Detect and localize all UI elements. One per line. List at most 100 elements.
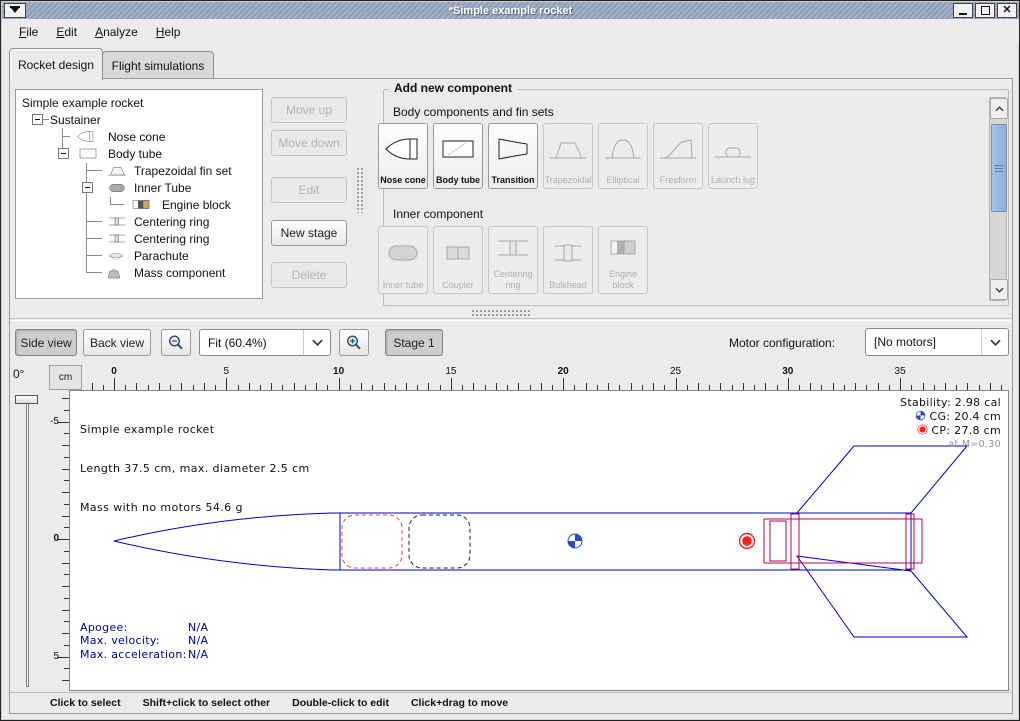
magnifier-minus-icon: [167, 334, 185, 352]
centering-ring-icon: [493, 227, 533, 269]
edit-button[interactable]: Edit: [271, 177, 347, 203]
mass-component-icon: [104, 266, 124, 279]
vertical-ruler: -505: [49, 390, 69, 691]
elliptical-fin-icon: [603, 124, 643, 175]
minimize-button[interactable]: [953, 3, 973, 18]
tree-item-inner-tube[interactable]: Inner Tube: [16, 179, 262, 196]
cp-value: 27.8 cm: [954, 424, 1001, 437]
tree-item-label: Centering ring: [134, 215, 209, 229]
stage-1-toggle[interactable]: Stage 1: [385, 329, 443, 356]
tab-bar: Rocket design Flight simulations: [1, 45, 1020, 79]
add-bulkhead-button[interactable]: Bulkhead: [543, 226, 593, 294]
body-tube-icon: [438, 124, 478, 175]
title-bar[interactable]: *Simple example rocket ✕: [2, 2, 1019, 19]
component-button-label: Nose cone: [380, 175, 426, 185]
rocket-canvas[interactable]: Simple example rocket Length 37.5 cm, ma…: [69, 390, 1009, 691]
maximize-button[interactable]: [975, 3, 995, 18]
zoom-in-button[interactable]: [339, 329, 369, 356]
tree-item-engine-block[interactable]: Engine block: [16, 196, 262, 213]
component-panel-scrollbar[interactable]: [989, 97, 1007, 301]
rotation-slider-track[interactable]: [26, 399, 29, 687]
scroll-down-button[interactable]: [990, 279, 1008, 300]
add-engine-block-button[interactable]: Engine block: [598, 226, 648, 294]
zoom-out-button[interactable]: [161, 329, 191, 356]
tree-item-label: Body tube: [108, 147, 162, 161]
collapse-handle-icon[interactable]: [58, 148, 69, 159]
tree-item-label: Simple example rocket: [22, 96, 143, 110]
delete-button[interactable]: Delete: [271, 262, 347, 288]
cg-legend-icon: [915, 410, 926, 421]
add-launch-lug-button[interactable]: Launch lug: [708, 123, 758, 189]
zoom-select[interactable]: Fit (60.4%): [199, 329, 331, 356]
add-coupler-button[interactable]: Coupler: [433, 226, 483, 294]
magnifier-plus-icon: [345, 334, 363, 352]
component-button-label: Coupler: [442, 280, 474, 290]
tree-item-centering-ring-2[interactable]: Centering ring: [16, 230, 262, 247]
menu-analyze[interactable]: Analyze: [86, 22, 147, 42]
motor-configuration-select[interactable]: [No motors]: [865, 328, 1009, 356]
maximize-icon: [981, 6, 990, 15]
tree-item-label: Engine block: [162, 198, 231, 212]
add-freeform-fin-button[interactable]: Freeform: [653, 123, 703, 189]
component-tree[interactable]: Simple example rocket Sustainer Nose con…: [15, 89, 263, 299]
tree-item-body-tube[interactable]: Body tube: [16, 145, 262, 162]
move-up-button[interactable]: Move up: [271, 97, 347, 123]
collapse-handle-icon[interactable]: [32, 114, 43, 125]
tree-item-parachute[interactable]: Parachute: [16, 247, 262, 264]
add-trapezoidal-fin-button[interactable]: Trapezoidal: [543, 123, 593, 189]
horizontal-splitter[interactable]: [10, 318, 1011, 321]
close-button[interactable]: ✕: [997, 3, 1017, 18]
tree-item-centering-ring-1[interactable]: Centering ring: [16, 213, 262, 230]
tree-item-rocket[interactable]: Simple example rocket: [16, 94, 262, 111]
scrollbar-grip-icon: [995, 165, 1003, 172]
centering-ring-icon: [104, 215, 130, 228]
tree-item-trapezoidal-fin-set[interactable]: Trapezoidal fin set: [16, 162, 262, 179]
cg-value: 20.4 cm: [954, 410, 1001, 423]
engine-block-icon: [603, 227, 643, 269]
menu-help[interactable]: Help: [147, 22, 190, 42]
status-hint: Shift+click to select other: [143, 697, 271, 709]
status-bar: Click to select Shift+click to select ot…: [10, 692, 1011, 713]
inner-component-label: Inner component: [393, 207, 483, 221]
side-view-toggle[interactable]: Side view: [15, 329, 77, 356]
add-inner-tube-button[interactable]: Inner tube: [378, 226, 428, 294]
horizontal-splitter-handle[interactable]: [471, 309, 531, 316]
add-body-tube-button[interactable]: Body tube: [433, 123, 483, 189]
add-elliptical-fin-button[interactable]: Elliptical: [598, 123, 648, 189]
add-component-title: Add new component: [389, 81, 517, 95]
add-transition-button[interactable]: Transition: [488, 123, 538, 189]
tree-item-nose-cone[interactable]: Nose cone: [16, 128, 262, 145]
tab-flight-simulations[interactable]: Flight simulations: [102, 51, 214, 80]
tree-item-mass-component[interactable]: Mass component: [16, 264, 262, 281]
menu-file[interactable]: File: [10, 22, 47, 42]
back-view-toggle[interactable]: Back view: [83, 329, 151, 356]
tree-item-label: Centering ring: [134, 232, 209, 246]
add-nose-cone-button[interactable]: Nose cone: [378, 123, 428, 189]
vertical-splitter-handle[interactable]: [356, 167, 363, 213]
component-button-label: Trapezoidal: [545, 175, 592, 185]
status-hint: Click to select: [50, 697, 121, 709]
new-stage-button[interactable]: New stage: [271, 220, 347, 246]
parachute-icon: [104, 249, 128, 262]
mach-note: at M=0.30: [900, 438, 1001, 452]
collapse-handle-icon[interactable]: [82, 182, 93, 193]
move-down-button[interactable]: Move down: [271, 130, 347, 156]
cp-marker: [740, 534, 755, 549]
rotation-slider-handle[interactable]: [15, 395, 38, 404]
tree-item-sustainer[interactable]: Sustainer: [16, 111, 262, 128]
centering-ring-icon: [104, 232, 130, 245]
component-button-label: Engine block: [599, 269, 647, 290]
scrollbar-thumb[interactable]: [991, 124, 1007, 212]
stability-label: Stability:: [900, 396, 951, 409]
menu-edit[interactable]: Edit: [47, 22, 86, 42]
rotation-angle-value: 0°: [13, 367, 24, 381]
tab-rocket-design[interactable]: Rocket design: [9, 48, 103, 80]
add-centering-ring-button[interactable]: Centering ring: [488, 226, 538, 294]
freeform-fin-icon: [658, 124, 698, 175]
minimize-icon: [959, 13, 967, 15]
chevron-down-icon: [981, 329, 1008, 355]
cp-legend-icon: [917, 424, 928, 435]
scroll-up-button[interactable]: [990, 98, 1008, 119]
stability-info: Stability: 2.98 cal CG: 20.4 cm CP: 27.8…: [900, 396, 1001, 452]
app-window: *Simple example rocket ✕ File Edit Analy…: [0, 0, 1020, 721]
